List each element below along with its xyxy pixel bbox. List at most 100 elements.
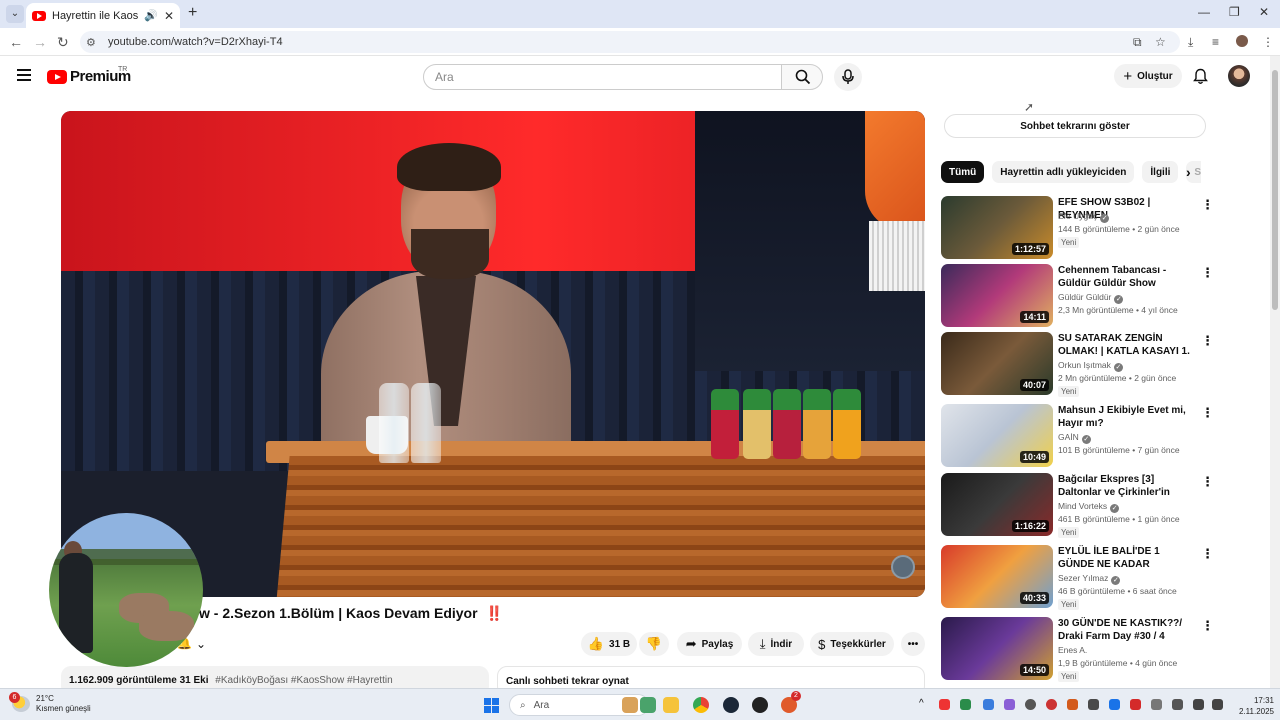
weather-widget[interactable]: 6 21°C Kısmen güneşli	[9, 692, 91, 714]
tray-app-icon[interactable]	[1025, 699, 1036, 710]
browser-menu-icon[interactable]: ⋮	[1262, 35, 1274, 49]
new-tab-button[interactable]: +	[188, 4, 197, 22]
chip-all[interactable]: Tümü	[941, 161, 985, 183]
video-thumbnail[interactable]: 10:49	[941, 404, 1053, 467]
like-button[interactable]: 👍 31 B	[581, 632, 637, 656]
channel-watermark-icon[interactable]	[891, 555, 915, 579]
tray-app-icon[interactable]	[960, 699, 971, 710]
notifications-bell-icon[interactable]	[1193, 68, 1208, 85]
forward-icon[interactable]: →	[33, 34, 47, 50]
microphone-tray-icon[interactable]	[1172, 699, 1183, 710]
menu-icon[interactable]	[17, 69, 31, 84]
more-options-icon[interactable]: ⋮	[1201, 475, 1214, 488]
chevron-right-icon[interactable]: ›	[1186, 164, 1191, 180]
scrollbar-thumb[interactable]	[1272, 70, 1278, 310]
chip-related[interactable]: İlgili	[1142, 161, 1179, 183]
chevron-down-icon[interactable]: ⌄	[196, 637, 206, 651]
more-options-icon[interactable]: ⋮	[1201, 406, 1214, 419]
video-thumbnail[interactable]: 40:33	[941, 545, 1053, 608]
wifi-icon[interactable]	[1193, 699, 1204, 710]
recommendation-channel[interactable]: Mind Vorteks	[1058, 501, 1107, 511]
video-thumbnail[interactable]: 1:16:22	[941, 473, 1053, 536]
taskbar-widget-icon[interactable]	[640, 697, 656, 713]
windows-start-icon[interactable]	[484, 698, 499, 713]
tab-search-button[interactable]: ⌄	[6, 5, 24, 23]
voice-search-button[interactable]	[834, 63, 862, 91]
create-button[interactable]: + Oluştur	[1114, 64, 1182, 88]
taskbar-app-icon[interactable]	[622, 697, 638, 713]
video-player[interactable]	[61, 111, 925, 597]
download-button[interactable]: ⤓ İndir	[748, 632, 804, 656]
steam-icon[interactable]	[723, 697, 739, 713]
tray-app-icon[interactable]	[1109, 699, 1120, 710]
recommendation-item[interactable]: 14:11 Cehennem Tabancası - Güldür Güldür …	[941, 264, 1214, 328]
minimize-icon[interactable]: —	[1198, 5, 1210, 19]
tray-app-icon[interactable]	[1004, 699, 1015, 710]
recommendation-item[interactable]: 1:12:57 EFE SHOW S3B02 | REYNMEN Efe Uygaç…	[941, 196, 1214, 260]
video-thumbnail[interactable]: 1:12:57	[941, 196, 1053, 259]
recommendation-item[interactable]: 1:16:22 Bağcılar Ekspres [3] Daltonlar ve…	[941, 473, 1214, 538]
page-scrollbar[interactable]	[1270, 56, 1280, 688]
tray-app-icon[interactable]	[1088, 699, 1099, 710]
recommendation-title[interactable]: SU SATARAK ZENGİN OLMAK! | KATLA KASAYI …	[1058, 332, 1196, 358]
file-explorer-icon[interactable]	[663, 697, 679, 713]
recommendation-title[interactable]: Cehennem Tabancası - Güldür Güldür Show …	[1058, 264, 1196, 290]
recommendation-item[interactable]: 14:50 30 GÜN'DE NE KASTIK??/ Draki Farm D…	[941, 617, 1214, 682]
recommendation-channel[interactable]: Enes A.	[1058, 645, 1087, 655]
recommendation-channel[interactable]: Efe Uygaç	[1058, 211, 1097, 221]
show-chat-replay-button[interactable]: Sohbet tekrarını göster	[944, 114, 1206, 138]
downloads-icon[interactable]: ⤓	[1188, 35, 1193, 50]
close-window-icon[interactable]: ✕	[1259, 5, 1269, 19]
account-avatar[interactable]	[1228, 65, 1250, 87]
more-options-icon[interactable]: ⋮	[1201, 198, 1214, 211]
system-clock[interactable]: 17:31 2.11.2025	[1226, 695, 1274, 717]
thanks-button[interactable]: $ Teşekkürler	[810, 632, 894, 656]
recommendation-title[interactable]: EYLÜL İLE BALİ'DE 1 GÜNDE NE KADAR HARCA…	[1058, 545, 1196, 571]
back-icon[interactable]: ←	[9, 34, 23, 50]
site-info-icon[interactable]: ⚙	[86, 36, 100, 49]
volume-icon[interactable]	[1212, 699, 1223, 710]
tray-app-icon[interactable]	[1046, 699, 1057, 710]
speaker-icon[interactable]: 🔊	[144, 9, 158, 22]
search-button[interactable]	[781, 64, 823, 90]
tray-app-icon[interactable]	[1067, 699, 1078, 710]
browser-tab[interactable]: Hayrettin ile Kaos Show - 2 🔊 ✕	[26, 3, 180, 28]
more-options-icon[interactable]: ⋮	[1201, 619, 1214, 632]
reload-icon[interactable]: ↻	[57, 34, 69, 51]
cast-icon[interactable]: ⧉	[1133, 35, 1142, 50]
recommendation-item[interactable]: 40:33 EYLÜL İLE BALİ'DE 1 GÜNDE NE KADAR …	[941, 545, 1214, 610]
dislike-button[interactable]: 👎	[639, 632, 669, 656]
youtube-premium-logo[interactable]: Premium TR	[47, 66, 131, 85]
recommendation-channel[interactable]: Orkun Işıtmak	[1058, 360, 1111, 370]
chrome-icon[interactable]	[693, 697, 709, 713]
recommendation-title[interactable]: 30 GÜN'DE NE KASTIK??/ Draki Farm Day #3…	[1058, 617, 1196, 643]
share-button[interactable]: ➦ Paylaş	[677, 632, 742, 656]
video-thumbnail[interactable]: 14:11	[941, 264, 1053, 327]
tray-app-icon[interactable]	[983, 699, 994, 710]
profile-avatar-icon[interactable]	[1236, 35, 1248, 47]
search-input[interactable]: Ara	[423, 64, 782, 90]
more-options-icon[interactable]: ⋮	[1201, 547, 1214, 560]
tray-app-icon[interactable]	[1130, 699, 1141, 710]
taskbar-app-icon[interactable]: 2	[781, 691, 801, 713]
recommendation-channel[interactable]: Güldür Güldür	[1058, 292, 1111, 302]
chip-from-uploader[interactable]: Hayrettin adlı yükleyiciden	[992, 161, 1135, 183]
taskbar-app-icon[interactable]	[752, 697, 768, 713]
media-controls-icon[interactable]: ≡	[1212, 35, 1219, 49]
more-options-icon[interactable]: ⋮	[1201, 266, 1214, 279]
tray-chevron-icon[interactable]: ^	[919, 698, 924, 709]
more-actions-button[interactable]: •••	[901, 632, 925, 656]
recommendation-channel[interactable]: GAİN	[1058, 432, 1079, 442]
recommendation-title[interactable]: Mahsun J Ekibiyle Evet mi, Hayır mı?	[1058, 404, 1196, 430]
recommendation-channel[interactable]: Sezer Yılmaz	[1058, 573, 1108, 583]
tray-app-icon[interactable]	[939, 699, 950, 710]
recommendation-title[interactable]: Bağcılar Ekspres [3] Daltonlar ve Çirkin…	[1058, 473, 1196, 499]
address-bar[interactable]: ⚙ youtube.com/watch?v=D2rXhayi-T4	[80, 31, 1180, 53]
battery-icon[interactable]	[1151, 699, 1162, 710]
video-thumbnail[interactable]: 40:07	[941, 332, 1053, 395]
hashtags[interactable]: #KadıköyBoğası #KaosShow #Hayrettin	[215, 675, 392, 686]
bookmark-star-icon[interactable]: ☆	[1155, 35, 1166, 49]
close-tab-icon[interactable]: ✕	[164, 9, 174, 23]
more-options-icon[interactable]: ⋮	[1201, 334, 1214, 347]
recommendation-item[interactable]: 10:49 Mahsun J Ekibiyle Evet mi, Hayır mı…	[941, 404, 1214, 468]
